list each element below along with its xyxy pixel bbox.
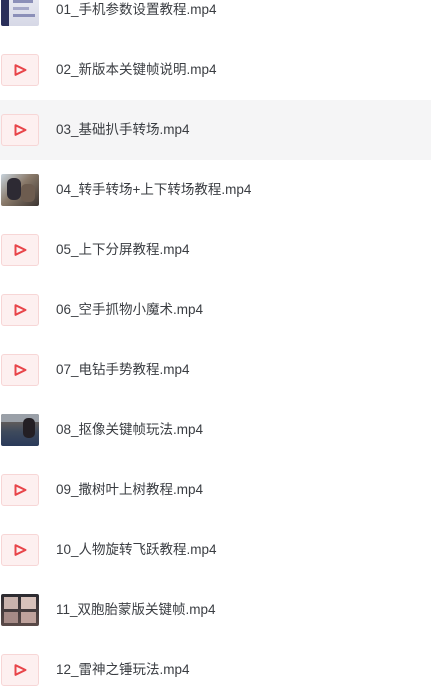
video-thumbnail-icon	[1, 174, 39, 206]
list-item-10[interactable]: 10_人物旋转飞跃教程.mp4	[0, 520, 431, 580]
video-thumbnail-icon	[1, 414, 39, 446]
list-item-03[interactable]: 03_基础扒手转场.mp4	[0, 100, 431, 160]
list-item-12[interactable]: 12_雷神之锤玩法.mp4	[0, 640, 431, 700]
file-name: 06_空手抓物小魔术.mp4	[56, 302, 204, 317]
file-name: 03_基础扒手转场.mp4	[56, 122, 190, 137]
list-item-06[interactable]: 06_空手抓物小魔术.mp4	[0, 280, 431, 340]
video-file-icon	[1, 234, 39, 266]
list-item-07[interactable]: 07_电钻手势教程.mp4	[0, 340, 431, 400]
list-item-01[interactable]: 01_手机参数设置教程.mp4	[0, 0, 431, 40]
list-item-02[interactable]: 02_新版本关键帧说明.mp4	[0, 40, 431, 100]
video-file-icon	[1, 114, 39, 146]
list-item-08[interactable]: 08_抠像关键帧玩法.mp4	[0, 400, 431, 460]
list-item-11[interactable]: 11_双胞胎蒙版关键帧.mp4	[0, 580, 431, 640]
file-name: 04_转手转场+上下转场教程.mp4	[56, 182, 252, 197]
file-name: 02_新版本关键帧说明.mp4	[56, 62, 217, 77]
file-name: 12_雷神之锤玩法.mp4	[56, 662, 190, 677]
video-file-icon	[1, 354, 39, 386]
video-thumbnail-icon	[1, 0, 39, 26]
file-name: 01_手机参数设置教程.mp4	[56, 2, 217, 17]
file-name: 08_抠像关键帧玩法.mp4	[56, 422, 204, 437]
video-file-icon	[1, 534, 39, 566]
video-file-icon	[1, 54, 39, 86]
file-name: 05_上下分屏教程.mp4	[56, 242, 190, 257]
video-file-icon	[1, 474, 39, 506]
file-list: 01_手机参数设置教程.mp4 02_新版本关键帧说明.mp4 03_基础扒手转…	[0, 0, 431, 700]
video-file-icon	[1, 654, 39, 686]
file-name: 07_电钻手势教程.mp4	[56, 362, 190, 377]
file-name: 10_人物旋转飞跃教程.mp4	[56, 542, 217, 557]
file-name: 09_撒树叶上树教程.mp4	[56, 482, 204, 497]
file-name: 11_双胞胎蒙版关键帧.mp4	[56, 602, 216, 617]
list-item-05[interactable]: 05_上下分屏教程.mp4	[0, 220, 431, 280]
list-item-09[interactable]: 09_撒树叶上树教程.mp4	[0, 460, 431, 520]
list-item-04[interactable]: 04_转手转场+上下转场教程.mp4	[0, 160, 431, 220]
video-thumbnail-icon	[1, 594, 39, 626]
video-file-icon	[1, 294, 39, 326]
